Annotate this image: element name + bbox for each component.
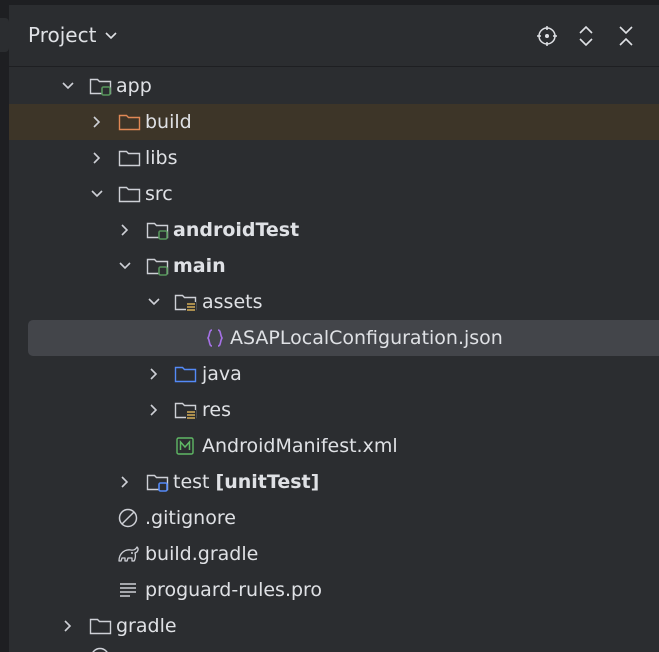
chevron-right-icon[interactable] [146,366,162,382]
locate-icon[interactable] [535,24,559,48]
collapse-all-icon[interactable] [614,24,638,48]
source-folder-icon [174,366,197,383]
header-title: Project [28,23,97,47]
tree-node-libs[interactable]: libs [9,140,659,176]
module-folder-icon [89,78,112,96]
tree-node-assets[interactable]: assets [9,284,659,320]
tree-node-java[interactable]: java [9,356,659,392]
tree-label: proguard-rules.pro [145,579,323,601]
tree-node-test[interactable]: test [unitTest] [9,464,659,500]
chevron-down-icon[interactable] [60,78,76,94]
manifest-file-icon [176,437,194,455]
chevron-right-icon[interactable] [117,474,133,490]
test-module-folder-icon [146,474,169,492]
chevron-right-icon[interactable] [117,222,133,238]
tree-node-build-gradle[interactable]: build.gradle [9,536,659,572]
excluded-folder-icon [118,114,141,131]
tree-label-suffix: [unitTest] [215,471,320,493]
expand-collapse-icon[interactable] [574,24,598,48]
tree-node-gradle[interactable]: gradle [9,608,659,644]
tree-node-androidTest[interactable]: androidTest [9,212,659,248]
project-panel-header: Project [9,5,659,67]
tree-node-src[interactable]: src [9,176,659,212]
tree-label: res [202,399,231,421]
resource-folder-icon [174,402,197,420]
tree-label: build [145,111,192,133]
tree-label: test [unitTest] [173,470,319,494]
tree-label: java [202,363,242,385]
tree-node-manifest[interactable]: AndroidManifest.xml [9,428,659,464]
folder-icon [89,618,112,635]
left-tool-tab[interactable] [0,18,9,52]
tree-label: AndroidManifest.xml [202,435,398,457]
tree-node-proguard[interactable]: proguard-rules.pro [9,572,659,608]
gradle-icon [118,546,139,562]
chevron-down-icon[interactable] [117,258,133,274]
chevron-right-icon[interactable] [89,150,105,166]
tree-label: assets [202,291,263,313]
chevron-down-icon[interactable] [89,186,105,202]
chevron-right-icon[interactable] [60,618,76,634]
module-folder-icon [146,258,169,276]
tree-node-gitignore[interactable]: .gitignore [9,500,659,536]
tree-label: src [145,183,173,205]
resource-folder-icon [174,294,197,312]
chevron-right-icon[interactable] [146,402,162,418]
tree-node-build[interactable]: build [9,104,659,140]
project-view-selector[interactable]: Project [28,23,118,47]
chevron-down-icon[interactable] [146,294,162,310]
chevron-down-icon [105,32,118,40]
text-file-icon [120,583,136,597]
tree-node-main[interactable]: main [9,248,659,284]
tree-node-asap-json[interactable]: ASAPLocalConfiguration.json [28,320,659,356]
tree-label: gradle [116,615,177,637]
tree-label: .gitignore [145,507,236,529]
left-tool-strip [0,0,9,652]
module-folder-icon [146,222,169,240]
partial-icon [92,647,108,652]
json-file-icon [207,329,223,347]
tree-node-app[interactable]: app [9,68,659,104]
tree-node-res[interactable]: res [9,392,659,428]
tree-label: main [173,255,226,277]
folder-icon [118,150,141,167]
chevron-right-icon[interactable] [89,114,105,130]
tree-label: androidTest [173,219,300,241]
tree-label: libs [145,147,178,169]
tree-node-partial [9,644,659,652]
ignore-file-icon [118,508,138,528]
folder-icon [118,186,141,203]
tree-label-name: test [173,471,210,493]
tree-label: ASAPLocalConfiguration.json [230,327,503,349]
tree-label: app [116,75,152,97]
tree-label: build.gradle [145,543,259,565]
